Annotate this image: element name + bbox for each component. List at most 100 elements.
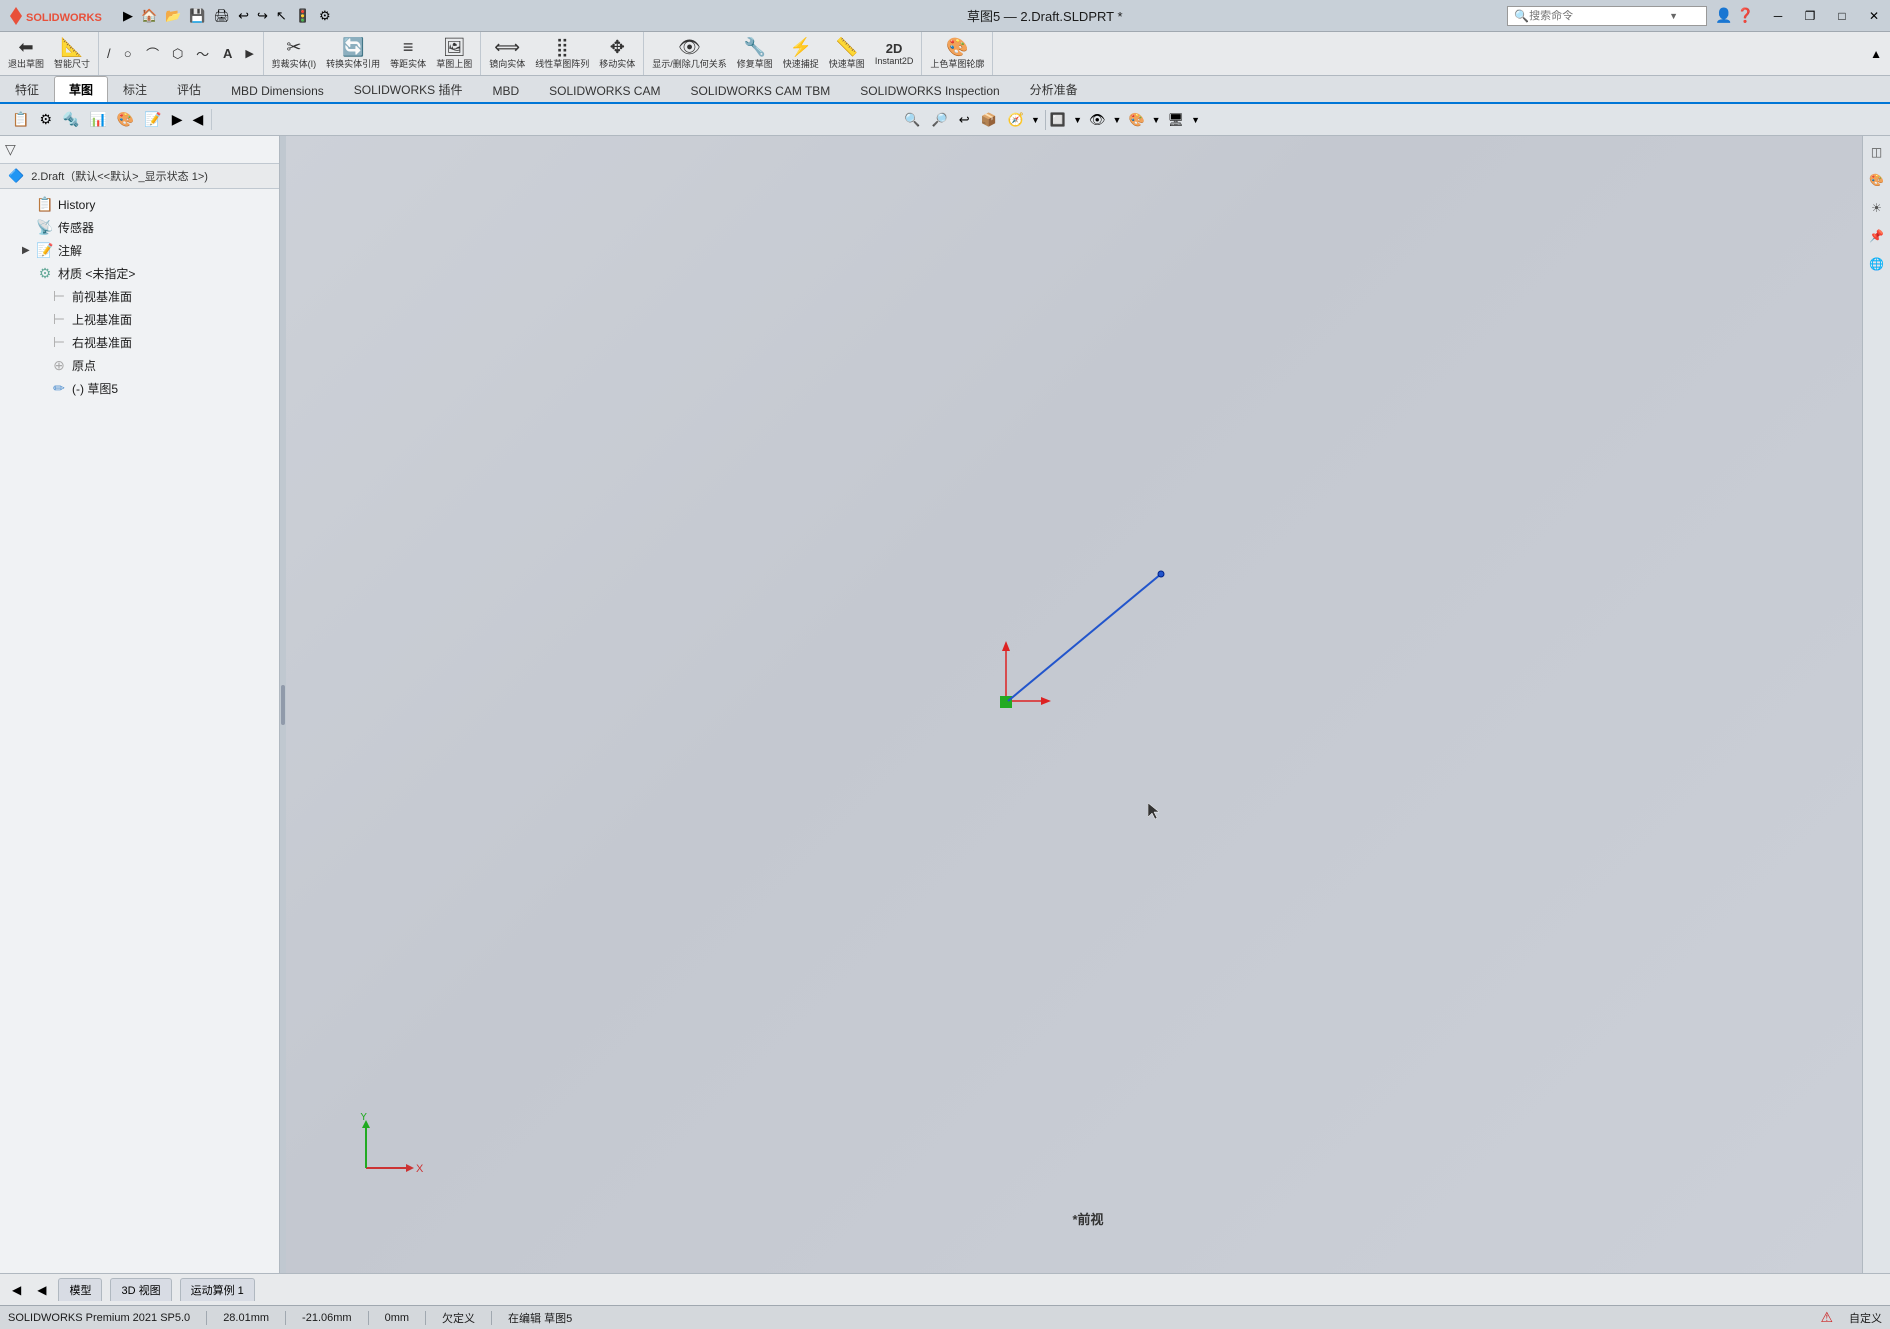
qa-open[interactable]: 📂 xyxy=(162,5,184,27)
repair-sketch-button[interactable]: 🔧 修复草图 xyxy=(733,36,777,72)
custom-text[interactable]: 自定义 xyxy=(1849,1310,1882,1326)
tree-item-sensor[interactable]: 📡 传感器 xyxy=(0,216,279,239)
rapid-sketch-button[interactable]: 📏 快速草图 xyxy=(825,36,869,72)
bottom-tab-motion[interactable]: 运动算例 1 xyxy=(180,1278,255,1301)
rp-decal-btn[interactable]: 📌 xyxy=(1865,224,1889,248)
tab-annotation[interactable]: 标注 xyxy=(108,76,162,102)
display-style-icon[interactable]: 🔲 xyxy=(1045,110,1070,130)
circle-tool-button[interactable]: ○ xyxy=(116,44,140,63)
linear-pattern-button[interactable]: ⣿ 线性草图阵列 xyxy=(531,36,593,72)
canvas-area[interactable]: X Y *前视 ◫ 🎨 ☀ 📌 🌐 xyxy=(286,136,1890,1273)
tree-item-top-plane[interactable]: ⊢ 上视基准面 xyxy=(0,308,279,331)
tab-mbd-dimensions[interactable]: MBD Dimensions xyxy=(216,79,339,102)
view-orient-dropdown[interactable]: ▼ xyxy=(1031,115,1040,125)
tab-sketch[interactable]: 草图 xyxy=(54,76,108,102)
next-tab-arrow[interactable]: ◀ xyxy=(33,1281,50,1299)
shaded-sketch-button[interactable]: 🎨 上色草图轮廓 xyxy=(926,36,988,72)
hide-show-icon[interactable]: 👁 xyxy=(1085,110,1110,130)
tree-item-sketch5[interactable]: ✏ (-) 草图5 xyxy=(0,377,279,400)
tree-item-origin[interactable]: ⊕ 原点 xyxy=(0,354,279,377)
convert-entities-button[interactable]: 🔄 转换实体引用 xyxy=(322,36,384,72)
property-manager-icon[interactable]: ⚙ xyxy=(35,109,56,130)
appearance-dropdown[interactable]: ▼ xyxy=(1152,115,1161,125)
tree-item-right-plane[interactable]: ⊢ 右视基准面 xyxy=(0,331,279,354)
zoom-to-fit-icon[interactable]: 🔍 xyxy=(900,110,924,130)
bottom-tab-model[interactable]: 模型 xyxy=(58,1278,102,1301)
sketch-picture-button[interactable]: 🖼 草图上图 xyxy=(432,36,476,72)
quick-snaps-button[interactable]: ⚡ 快速捕捉 xyxy=(779,36,823,72)
prev-tab-arrow[interactable]: ◀ xyxy=(8,1281,25,1299)
sketch-more-button[interactable]: ▶ xyxy=(241,45,259,62)
smart-dimension-button[interactable]: 📐 智能尺寸 xyxy=(50,36,94,72)
arc-tool-button[interactable]: ⌒ xyxy=(141,42,165,65)
tree-content: 📋 History 📡 传感器 ▶ 📝 注解 ⚙ 材质 <未指定> ⊢ xyxy=(0,189,279,1273)
search-area[interactable]: 🔍 ▼ xyxy=(1507,6,1707,26)
tab-mbd[interactable]: MBD xyxy=(477,79,534,102)
qa-redo[interactable]: ↪ xyxy=(254,5,271,27)
exit-sketch-button[interactable]: ⬅ 退出草图 xyxy=(4,36,48,72)
qa-undo[interactable]: ↩ xyxy=(235,5,252,27)
help-icon[interactable]: ❓ xyxy=(1737,7,1754,24)
text-tool-button[interactable]: A xyxy=(216,44,240,63)
tree-item-annotation[interactable]: ▶ 📝 注解 xyxy=(0,239,279,262)
polygon-tool-button[interactable]: ⬡ xyxy=(166,44,190,64)
mirror-button[interactable]: ⟺ 镜向实体 xyxy=(485,36,529,72)
tab-sw-cam[interactable]: SOLIDWORKS CAM xyxy=(534,79,675,102)
tab-features[interactable]: 特征 xyxy=(0,76,54,102)
user-icon[interactable]: 👤 xyxy=(1715,7,1732,24)
qa-home[interactable]: 🏠 xyxy=(138,5,160,27)
restore-button[interactable]: ❐ xyxy=(1794,0,1826,32)
qa-save[interactable]: 💾 xyxy=(186,5,208,27)
qa-options[interactable]: ⚙ xyxy=(316,5,334,27)
rp-realview-btn[interactable]: 🌐 xyxy=(1865,252,1889,276)
view-orient-icon[interactable]: 🧭 xyxy=(1004,110,1028,130)
appearance-view-icon[interactable]: 🎨 xyxy=(1124,110,1148,130)
tree-item-material[interactable]: ⚙ 材质 <未指定> xyxy=(0,262,279,285)
custom-prop-icon[interactable]: 📝 xyxy=(140,109,165,130)
zoom-in-icon[interactable]: 🔎 xyxy=(928,110,952,130)
offset-button[interactable]: ≡ 等距实体 xyxy=(386,36,430,72)
qa-select[interactable]: ↖ xyxy=(273,5,290,27)
move-entities-button[interactable]: ✥ 移动实体 xyxy=(595,36,639,72)
dim-expert-icon[interactable]: 📊 xyxy=(85,109,110,130)
maximize-button[interactable]: □ xyxy=(1826,0,1858,32)
filter-icon[interactable]: ▽ xyxy=(2,138,19,161)
tree-less-icon[interactable]: ◀ xyxy=(189,109,208,130)
rp-appearance-btn[interactable]: 🎨 xyxy=(1865,168,1889,192)
tab-sw-addins[interactable]: SOLIDWORKS 插件 xyxy=(339,76,478,102)
3d-view-icon[interactable]: 📦 xyxy=(977,110,1001,130)
search-input[interactable] xyxy=(1529,10,1669,22)
toolbar-expand[interactable]: ▲ xyxy=(1870,32,1890,75)
config-manager-icon[interactable]: 🔩 xyxy=(58,109,83,130)
feature-manager-icon[interactable]: 📋 xyxy=(8,109,33,130)
tree-item-front-plane[interactable]: ⊢ 前视基准面 xyxy=(0,285,279,308)
spline-tool-button[interactable]: 〜 xyxy=(191,42,215,65)
monitor-icon[interactable]: 🖥 xyxy=(1164,110,1189,130)
rp-view-setting-btn[interactable]: ◫ xyxy=(1865,140,1889,164)
line-tool-button[interactable]: / xyxy=(103,44,115,63)
offset-icon: ≡ xyxy=(403,38,414,56)
qa-print[interactable]: 🖨 xyxy=(211,5,234,27)
display-dropdown[interactable]: ▼ xyxy=(1073,115,1082,125)
previous-view-icon[interactable]: ↩ xyxy=(955,110,974,130)
monitor-dropdown[interactable]: ▼ xyxy=(1191,115,1200,125)
tree-more-icon[interactable]: ▶ xyxy=(168,109,187,130)
appearance-icon[interactable]: 🎨 xyxy=(113,109,138,130)
tab-evaluate[interactable]: 评估 xyxy=(162,76,216,102)
tab-analysis[interactable]: 分析准备 xyxy=(1015,76,1093,102)
tree-item-history[interactable]: 📋 History xyxy=(0,193,279,216)
trim-label: 剪裁实体(I) xyxy=(272,57,317,70)
bottom-tab-3dview[interactable]: 3D 视图 xyxy=(110,1278,171,1301)
qa-new[interactable]: ▶ xyxy=(120,5,136,27)
display-relations-button[interactable]: 👁 显示/删除几何关系 xyxy=(648,36,731,72)
instant2d-button[interactable]: 2D Instant2D xyxy=(871,40,918,68)
qa-rebuild[interactable]: 🚦 xyxy=(292,5,314,27)
close-button[interactable]: ✕ xyxy=(1858,0,1890,32)
rp-scene-btn[interactable]: ☀ xyxy=(1865,196,1889,220)
search-dropdown-icon[interactable]: ▼ xyxy=(1669,11,1678,21)
tab-sw-inspection[interactable]: SOLIDWORKS Inspection xyxy=(845,79,1014,102)
hide-dropdown[interactable]: ▼ xyxy=(1113,115,1122,125)
minimize-button[interactable]: ─ xyxy=(1762,0,1794,32)
tab-sw-cam-tbm[interactable]: SOLIDWORKS CAM TBM xyxy=(675,79,845,102)
trim-button[interactable]: ✂ 剪裁实体(I) xyxy=(268,36,321,72)
